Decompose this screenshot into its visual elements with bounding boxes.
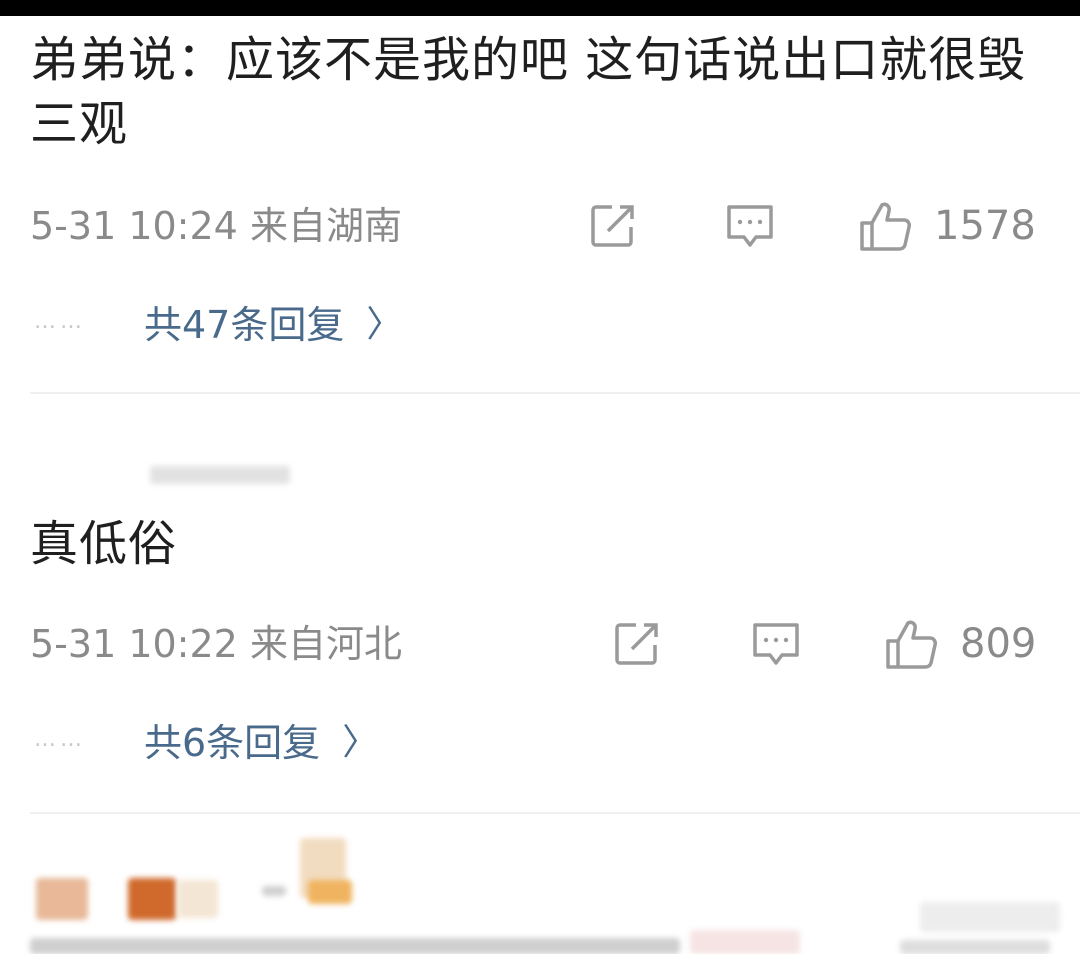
divider [30, 812, 1080, 814]
reply-summary: …… 共47条回复 〉 [34, 294, 402, 349]
share-icon [591, 205, 634, 247]
chevron-right-icon: 〉 [366, 304, 403, 345]
comment-time-location: 5-31 10:22 来自河北 [30, 622, 402, 666]
comment-time: 5-31 10:24 [30, 204, 238, 248]
comment-icon [727, 205, 773, 247]
comment-text-obscured [900, 940, 1050, 954]
comment-text-obscured [30, 938, 680, 954]
comment-text: 真低俗 [30, 516, 178, 572]
comment-meta: 5-31 10:22 来自河北 809 [30, 614, 1036, 674]
share-icon [615, 623, 658, 665]
comment-icon [753, 623, 799, 665]
comment-text: 弟弟说：应该不是我的吧 这句话说出口就很毁三观 [30, 32, 1027, 152]
status-bar [0, 0, 1080, 16]
avatar [308, 880, 352, 904]
view-replies-link[interactable]: 共47条回复 〉 [144, 294, 402, 349]
chevron-right-icon: 〉 [342, 722, 379, 763]
like-button[interactable]: 1578 [858, 196, 1036, 256]
like-count: 1578 [934, 203, 1036, 249]
like-button[interactable]: 809 [884, 614, 1036, 674]
thumbs-up-icon [860, 202, 911, 251]
username-obscured [262, 886, 286, 896]
comment-button[interactable] [724, 196, 776, 256]
reply-dots: …… [34, 726, 86, 752]
divider [30, 392, 1080, 394]
comment-text-obscured [690, 930, 800, 954]
avatar [178, 880, 218, 918]
view-replies-link[interactable]: 共6条回复 〉 [144, 712, 378, 767]
share-button[interactable] [612, 614, 662, 674]
comment-button[interactable] [750, 614, 802, 674]
comment-location: 来自湖南 [249, 204, 402, 248]
share-button[interactable] [588, 196, 638, 256]
comment-time: 5-31 10:22 [30, 622, 238, 666]
badge-obscured [920, 902, 1060, 932]
reply-count: 共6条回复 [144, 720, 321, 765]
comment-time-location: 5-31 10:24 来自湖南 [30, 204, 402, 248]
reply-count: 共47条回复 [144, 302, 345, 347]
reply-summary: …… 共6条回复 〉 [34, 712, 378, 767]
comment-location: 来自河北 [249, 622, 402, 666]
like-count: 809 [960, 621, 1037, 667]
reply-dots: …… [34, 308, 86, 334]
avatar [128, 878, 176, 920]
thumbs-up-icon [886, 620, 937, 669]
comment-meta: 5-31 10:24 来自湖南 1578 [30, 196, 1036, 256]
avatar [36, 878, 88, 920]
username-obscured [150, 466, 290, 484]
